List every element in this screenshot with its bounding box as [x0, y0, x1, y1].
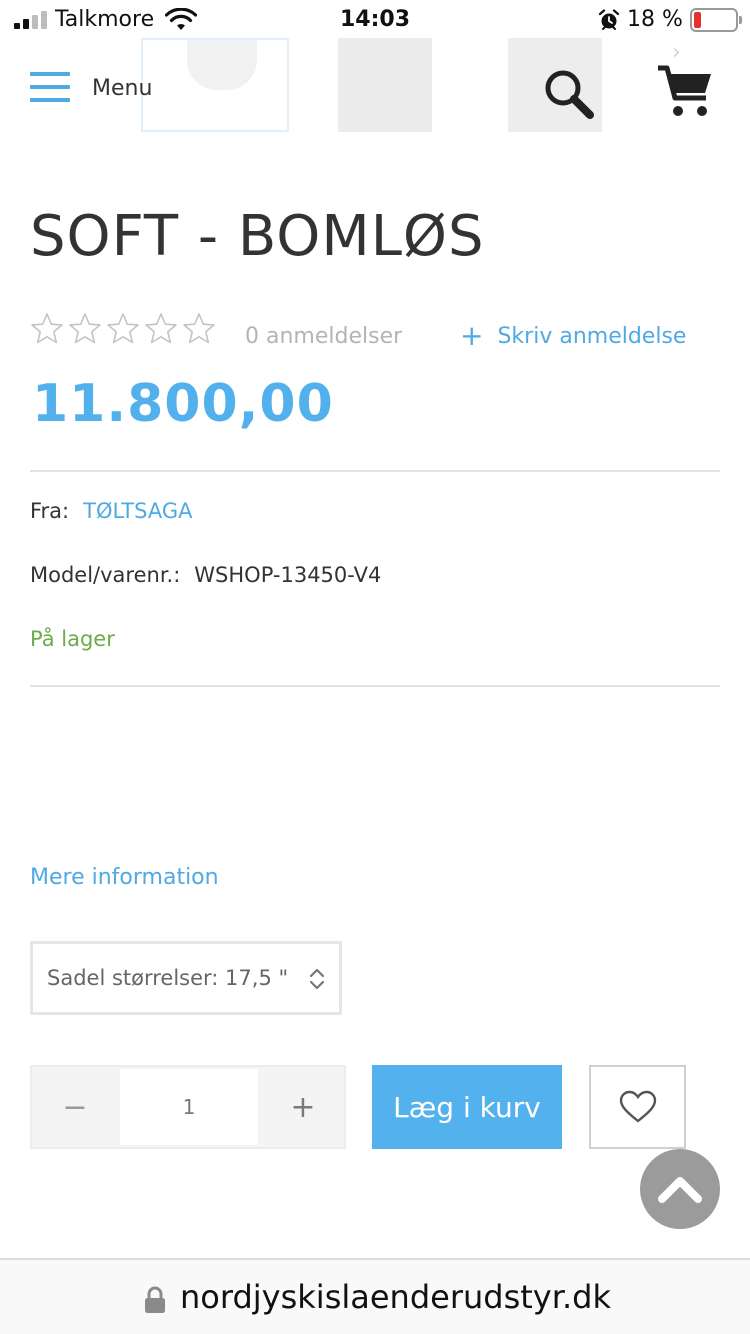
write-review-link[interactable]: + Skriv anmeldelse	[460, 322, 686, 350]
from-label: Fra:	[30, 499, 70, 523]
more-information-link[interactable]: Mere information	[30, 865, 219, 890]
wishlist-button[interactable]	[589, 1065, 686, 1149]
review-count[interactable]: 0 anmeldelser	[245, 324, 402, 349]
chevron-up-icon	[658, 1177, 702, 1203]
quantity-decrease-button[interactable]: −	[32, 1067, 118, 1147]
star-icon	[145, 313, 177, 344]
product-price: 11.800,00	[32, 374, 334, 434]
stock-status: På lager	[30, 627, 115, 651]
rating-stars[interactable]	[30, 312, 216, 352]
signal-strength-icon	[14, 11, 48, 29]
quantity-increase-button[interactable]: +	[260, 1067, 346, 1147]
alarm-icon	[598, 9, 620, 30]
brand-row: Fra: TØLTSAGA	[30, 499, 193, 523]
add-to-cart-button[interactable]: Læg i kurv	[372, 1065, 562, 1149]
search-icon[interactable]	[540, 66, 598, 120]
plus-icon: +	[460, 319, 484, 352]
brand-link[interactable]: TØLTSAGA	[83, 499, 192, 523]
battery-percentage: 18 %	[627, 7, 683, 32]
quantity-stepper: − 1 +	[30, 1065, 346, 1149]
divider	[30, 470, 720, 472]
divider	[30, 685, 720, 687]
model-label: Model/varenr.:	[30, 563, 181, 587]
wifi-icon	[165, 8, 197, 30]
product-thumbnail-1[interactable]	[141, 38, 289, 132]
clock: 14:03	[340, 7, 411, 32]
menu-label[interactable]: Menu	[92, 76, 152, 101]
scroll-to-top-button[interactable]	[640, 1149, 720, 1229]
menu-icon[interactable]	[30, 72, 70, 102]
product-title: SOFT - BOMLØS	[30, 204, 485, 269]
model-row: Model/varenr.: WSHOP-13450-V4	[30, 563, 381, 587]
thumbnail-next-chevron-icon[interactable]: ›	[672, 40, 681, 65]
star-icon	[183, 313, 215, 344]
product-thumbnail-2[interactable]	[338, 38, 432, 132]
carrier-name: Talkmore	[55, 7, 155, 32]
cart-icon[interactable]	[656, 64, 714, 120]
quantity-input[interactable]: 1	[120, 1069, 258, 1145]
saddle-size-select[interactable]: Sadel størrelser: 17,5 "	[30, 941, 342, 1015]
star-icon	[31, 313, 63, 344]
lock-icon	[145, 1286, 165, 1313]
battery-icon	[690, 8, 742, 32]
select-chevron-icon	[309, 968, 325, 990]
star-icon	[107, 313, 139, 344]
battery-level	[694, 12, 701, 28]
saddle-size-value: Sadel størrelser: 17,5 "	[47, 966, 289, 990]
status-bar: Talkmore 14:03 18 %	[0, 0, 750, 40]
write-review-label: Skriv anmeldelse	[497, 323, 687, 349]
model-value: WSHOP-13450-V4	[194, 563, 382, 587]
heart-icon	[619, 1090, 656, 1123]
browser-url-bar[interactable]: nordjyskislaenderudstyr.dk	[0, 1258, 750, 1334]
url-text: nordjyskislaenderudstyr.dk	[180, 1278, 611, 1316]
star-icon	[69, 313, 101, 344]
